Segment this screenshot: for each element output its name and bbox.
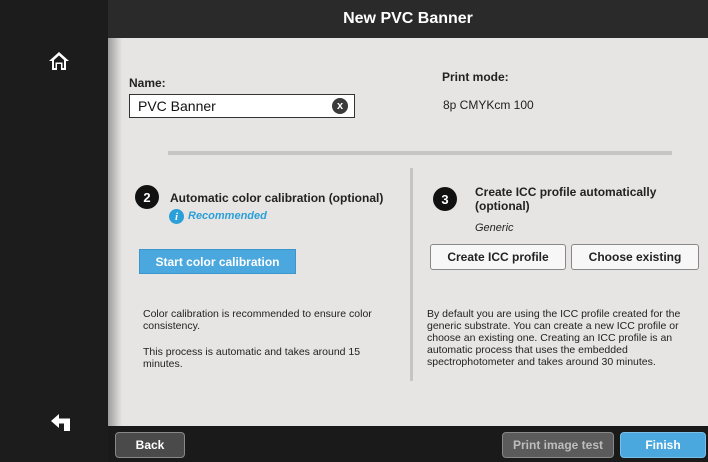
step-3-badge: 3 xyxy=(433,187,457,211)
calibration-description-2: This process is automatic and takes arou… xyxy=(143,346,361,370)
icc-title: Create ICC profile automatically (option… xyxy=(475,185,657,213)
print-mode-value: 8p CMYKcm 100 xyxy=(443,98,534,112)
calibration-title: Automatic color calibration (optional) xyxy=(170,191,384,205)
left-nav-bar xyxy=(0,0,108,462)
name-field[interactable]: PVC Banner xyxy=(129,94,355,118)
bottom-bar xyxy=(108,426,708,462)
undo-arrow-icon[interactable] xyxy=(50,413,72,433)
start-color-calibration-button[interactable]: Start color calibration xyxy=(139,249,296,274)
name-label: Name: xyxy=(129,76,166,90)
back-button[interactable]: Back xyxy=(115,432,185,458)
page-title: New PVC Banner xyxy=(108,0,708,38)
choose-existing-button[interactable]: Choose existing xyxy=(571,244,699,270)
app-window: New PVC Banner Name: PVC Banner x Print … xyxy=(0,0,708,462)
icc-subtitle: Generic xyxy=(475,222,514,234)
print-image-test-button[interactable]: Print image test xyxy=(502,432,614,458)
create-icc-profile-button[interactable]: Create ICC profile xyxy=(430,244,566,270)
step-2-badge: 2 xyxy=(135,185,159,209)
icc-description: By default you are using the ICC profile… xyxy=(427,308,681,368)
clear-x-icon[interactable]: x xyxy=(332,98,348,114)
name-field-value: PVC Banner xyxy=(138,98,216,114)
finish-button[interactable]: Finish xyxy=(620,432,706,458)
recommended-label: Recommended xyxy=(188,210,267,222)
horizontal-divider xyxy=(168,151,672,155)
vertical-divider xyxy=(410,168,413,381)
info-icon[interactable]: i xyxy=(169,209,184,224)
main-panel: Name: PVC Banner x Print mode: 8p CMYKcm… xyxy=(108,38,708,426)
print-mode-label: Print mode: xyxy=(442,70,509,84)
home-icon[interactable] xyxy=(48,50,70,72)
calibration-description-1: Color calibration is recommended to ensu… xyxy=(143,308,372,332)
